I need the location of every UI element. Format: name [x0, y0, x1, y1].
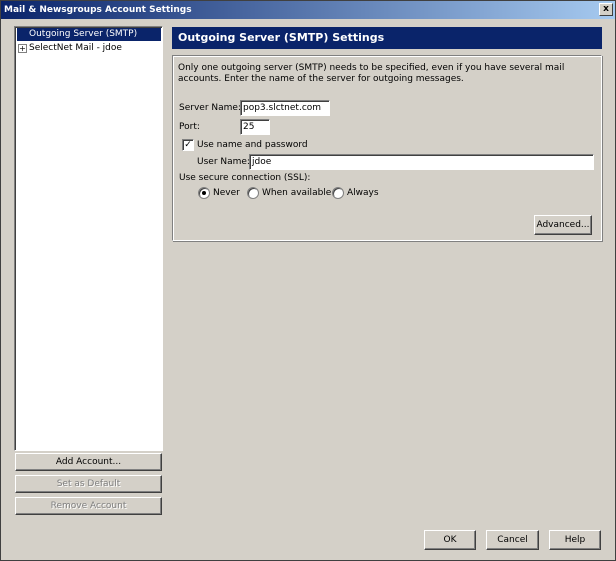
- server-name-label: Server Name:: [179, 103, 241, 113]
- set-as-default-button[interactable]: Set as Default: [15, 475, 162, 493]
- tree-item-label: Outgoing Server (SMTP): [29, 29, 138, 39]
- ssl-label: Use secure connection (SSL):: [179, 173, 311, 183]
- tree-item-selectnet-mail[interactable]: + SelectNet Mail - jdoe: [17, 42, 122, 55]
- port-label: Port:: [179, 122, 200, 132]
- ssl-when-available-label: When available: [262, 188, 332, 198]
- user-name-input[interactable]: jdoe: [249, 154, 594, 170]
- account-settings-window: Mail & Newsgroups Account Settings x Out…: [0, 0, 616, 561]
- ssl-always-label: Always: [347, 188, 379, 198]
- expand-plus-icon[interactable]: +: [18, 44, 27, 53]
- remove-account-button[interactable]: Remove Account: [15, 497, 162, 515]
- ssl-always-radio[interactable]: [332, 187, 344, 199]
- use-name-password-label: Use name and password: [197, 140, 308, 150]
- cancel-button[interactable]: Cancel: [486, 530, 539, 550]
- server-name-input[interactable]: pop3.slctnet.com: [240, 100, 330, 116]
- account-tree[interactable]: Outgoing Server (SMTP) + SelectNet Mail …: [14, 26, 163, 451]
- user-name-label: User Name:: [197, 157, 250, 167]
- ok-button[interactable]: OK: [424, 530, 476, 550]
- panel-description: Only one outgoing server (SMTP) needs to…: [178, 63, 565, 84]
- tree-item-outgoing-server[interactable]: Outgoing Server (SMTP): [17, 28, 161, 41]
- window-title: Mail & Newsgroups Account Settings: [4, 5, 192, 15]
- ssl-when-available-radio[interactable]: [247, 187, 259, 199]
- title-bar: Mail & Newsgroups Account Settings x: [1, 1, 615, 19]
- panel-title: Outgoing Server (SMTP) Settings: [172, 27, 602, 49]
- port-input[interactable]: 25: [240, 119, 270, 135]
- add-account-button[interactable]: Add Account...: [15, 453, 162, 471]
- ssl-never-radio[interactable]: [198, 187, 210, 199]
- ssl-never-label: Never: [213, 188, 240, 198]
- advanced-button[interactable]: Advanced...: [534, 215, 592, 235]
- use-name-password-checkbox[interactable]: ✓: [182, 139, 194, 151]
- tree-item-label: SelectNet Mail - jdoe: [29, 43, 122, 53]
- close-button[interactable]: x: [599, 3, 613, 16]
- help-button[interactable]: Help: [549, 530, 601, 550]
